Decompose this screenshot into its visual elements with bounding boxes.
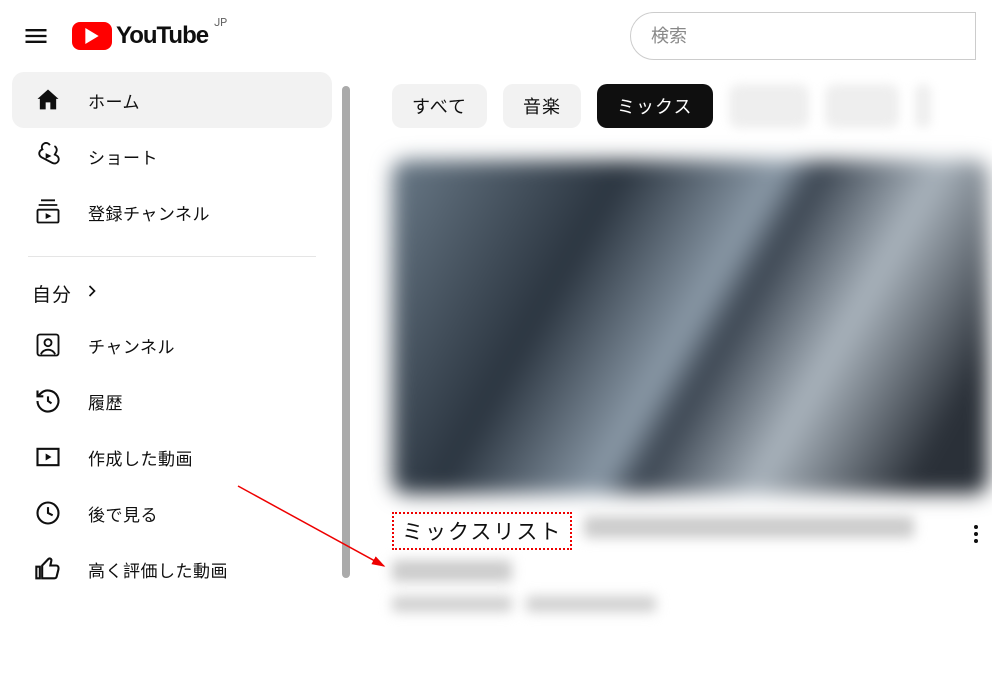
video-title-blurred[interactable] (392, 560, 512, 582)
sidebar-item-your-videos[interactable]: 作成した動画 (12, 429, 332, 485)
chip-blurred[interactable] (915, 84, 931, 128)
video-thumbnail[interactable] (392, 160, 988, 494)
chip-blurred[interactable] (825, 84, 899, 128)
shorts-icon (32, 140, 64, 172)
subscriptions-icon (32, 196, 64, 228)
sidebar-scrollbar[interactable] (342, 86, 350, 578)
search-input[interactable] (651, 26, 969, 47)
chip-all[interactable]: すべて (392, 84, 487, 128)
chip-mix[interactable]: ミックス (597, 84, 712, 128)
meta-blurred (392, 596, 512, 612)
divider (28, 256, 316, 257)
sidebar-item-watch-later[interactable]: 後で見る (12, 485, 332, 541)
your-videos-icon (32, 441, 64, 473)
sidebar-item-history[interactable]: 履歴 (12, 373, 332, 429)
sidebar-item-your-channel[interactable]: チャンネル (12, 317, 332, 373)
video-meta: ミックスリスト (392, 512, 988, 612)
sidebar-label: 作成した動画 (88, 445, 193, 470)
chip-blurred[interactable] (729, 84, 809, 128)
hamburger-icon (22, 22, 50, 50)
chip-music[interactable]: 音楽 (503, 84, 581, 128)
video-title-blurred[interactable] (584, 516, 914, 538)
sidebar-item-shorts[interactable]: ショート (12, 128, 332, 184)
country-code: JP (214, 16, 227, 29)
meta-blurred (526, 596, 656, 612)
sidebar-item-home[interactable]: ホーム (12, 72, 332, 128)
channel-icon (32, 329, 64, 361)
sidebar-label: 登録チャンネル (88, 200, 210, 225)
home-icon (32, 84, 64, 116)
chip-bar: すべて 音楽 ミックス (392, 84, 992, 128)
history-icon (32, 385, 64, 417)
mix-list-label: ミックスリスト (392, 512, 572, 550)
sidebar-label: 履歴 (88, 389, 123, 414)
sidebar-label: 後で見る (88, 501, 158, 526)
sidebar-label: ショート (88, 144, 158, 169)
logo-text: YouTube (116, 22, 208, 50)
kebab-icon (964, 522, 988, 546)
liked-icon (32, 553, 64, 585)
logo[interactable]: YouTube JP (72, 22, 227, 50)
youtube-play-icon (72, 22, 112, 50)
sidebar-label: ホーム (88, 88, 140, 113)
sidebar-item-liked[interactable]: 高く評価した動画 (12, 541, 332, 597)
sidebar-section-you[interactable]: 自分 (12, 269, 332, 317)
search-box[interactable] (630, 12, 976, 60)
chevron-right-icon (82, 281, 102, 306)
section-label: 自分 (32, 280, 72, 307)
watch-later-icon (32, 497, 64, 529)
masthead: YouTube JP (0, 0, 992, 72)
video-menu-button[interactable] (964, 522, 988, 550)
sidebar-label: 高く評価した動画 (88, 557, 228, 582)
sidebar: ホーム ショート 登録チャンネル 自分 チャンネル 履歴 (12, 72, 332, 597)
sidebar-item-subscriptions[interactable]: 登録チャンネル (12, 184, 332, 240)
guide-menu-button[interactable] (16, 16, 56, 56)
sidebar-label: チャンネル (88, 333, 175, 358)
